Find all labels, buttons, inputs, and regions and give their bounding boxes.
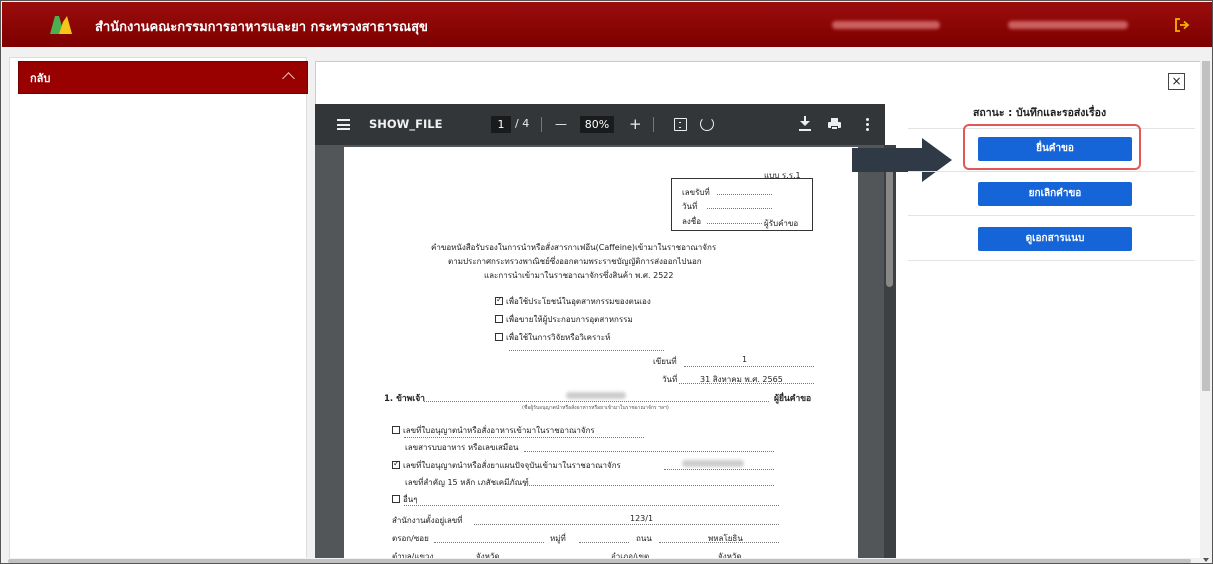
signature-label: ลงชื่อ (682, 217, 702, 226)
title-line-1: คำขอหนังสือรับรองในการนำหรือสั่งสารกาเฟอ… (431, 243, 717, 252)
company-info-blurred (1008, 21, 1128, 29)
office-value: 123/1 (630, 514, 654, 523)
horizontal-scrollbar[interactable] (2, 558, 1200, 563)
date-value: 31 สิงหาคม พ.ศ. 2565 (700, 375, 783, 384)
page-number-input[interactable]: 1 (491, 116, 511, 133)
top-header: สำนักงานคณะกรรมการอาหารและยา กระทรวงสาธา… (2, 2, 1212, 47)
checkbox-checked[interactable] (392, 459, 400, 469)
toolbar-divider (541, 117, 542, 132)
page-total: / 4 (515, 117, 530, 130)
organization-name: สำนักงานคณะกรรมการอาหารและยา กระทรวงสาธา… (95, 20, 428, 35)
checkbox[interactable] (495, 333, 503, 341)
receipt-date-label: วันที่ (682, 202, 698, 211)
moo-label: หมู่ที่ (550, 534, 566, 543)
download-icon[interactable] (799, 116, 811, 132)
back-label: กลับ (30, 71, 51, 85)
divider (908, 260, 1195, 261)
office-label: สำนักงานตั้งอยู่เลขที่ (392, 516, 463, 525)
license-item: เลขที่ใบอนุญาตนำหรือสั่งอาหารเข้ามาในราช… (392, 424, 595, 437)
alley-label: ตรอก/ซอย (392, 534, 429, 543)
fda-logo-icon (50, 16, 72, 34)
license-item: เลขที่สำคัญ 15 หลัก เภสัชเคมีภัณฑ์ (405, 478, 529, 487)
view-attachments-button[interactable]: ดูเอกสารแนบ (978, 227, 1132, 251)
submit-request-button[interactable]: ยื่นคำขอ (978, 137, 1132, 161)
purpose-item: เพื่อใช้ในการวิจัยหรือวิเคราะห์ (495, 331, 610, 344)
fit-page-icon[interactable] (674, 118, 687, 131)
road-value: พหลโยธิน (708, 534, 743, 543)
checkbox[interactable] (392, 426, 400, 434)
divider (908, 215, 1195, 216)
checkbox[interactable] (392, 495, 400, 503)
applicant-note: (ชื่อผู้รับอนุญาตนำหรือสั่งอาหารหรือยาเข… (522, 405, 669, 411)
road-label: ถนน (636, 534, 652, 543)
pdf-scrollbar[interactable] (884, 145, 896, 563)
zoom-in-button[interactable]: + (629, 114, 642, 134)
pointer-arrow-icon (852, 138, 952, 182)
license-item: เลขที่ใบอนุญาตนำหรือสั่งยาแผนปัจจุบันเข้… (392, 459, 621, 472)
receipt-box: เลขรับที่ วันที่ ลงชื่อ ผู้รับคำขอ (671, 178, 813, 231)
pdf-page: แบบ ร.ร.1 เลขรับที่ วันที่ ลงชื่อ ผู้รับ… (344, 147, 858, 563)
chevron-up-icon (282, 72, 295, 85)
pdf-file-name: SHOW_FILE (369, 117, 443, 131)
applicant-label: 1. ข้าพเจ้า (384, 394, 425, 404)
receiver-label: ผู้รับคำขอ (764, 219, 799, 228)
divider (908, 171, 1195, 172)
toolbar-divider (653, 117, 654, 132)
title-line-3: และการนำเข้ามาในราชอาณาจักรซึ่งสินค้า พ.… (484, 271, 674, 280)
user-info-blurred (832, 21, 940, 29)
pdf-toolbar: SHOW_FILE 1 / 4 — 80% + (315, 104, 885, 145)
purpose-item: เพื่อใช้ประโยชน์ในอุตสาหกรรมของตนเอง (495, 295, 651, 308)
written-at-value: 1 (742, 355, 748, 364)
license-number-blurred (682, 460, 744, 467)
cancel-request-button[interactable]: ยกเลิกคำขอ (978, 182, 1132, 206)
rotate-icon[interactable] (700, 117, 714, 131)
print-icon[interactable] (828, 118, 841, 130)
license-item: เลขสารบบอาหาร หรือเลขเสมือน (405, 443, 519, 452)
status-text: สถานะ : บันทึกและรอส่งเรื่อง (973, 107, 1107, 119)
applicant-suffix: ผู้ยื่นคำขอ (774, 394, 812, 404)
received-no-label: เลขรับที่ (682, 188, 710, 197)
logout-icon[interactable] (1174, 17, 1190, 33)
back-button[interactable]: กลับ (18, 61, 308, 94)
more-options-icon[interactable] (866, 118, 869, 131)
purpose-item: เพื่อขายให้ผู้ประกอบการอุตสาหกรรม (495, 313, 633, 326)
menu-icon[interactable] (337, 119, 350, 130)
title-line-2: ตามประกาศกระทรวงพาณิชย์ซึ่งออกตามพระราชบ… (448, 257, 702, 266)
applicant-name-blurred (566, 392, 626, 399)
checkbox[interactable] (495, 315, 503, 323)
checkbox-checked[interactable] (495, 295, 503, 305)
written-at-label: เขียนที่ (653, 357, 677, 366)
close-button[interactable]: × (1168, 73, 1185, 90)
app-window: สำนักงานคณะกรรมการอาหารและยา กระทรวงสาธา… (0, 0, 1213, 564)
page-scrollbar[interactable] (1200, 61, 1212, 563)
zoom-out-button[interactable]: — (555, 114, 567, 134)
left-panel (9, 57, 307, 563)
date-label: วันที่ (662, 375, 678, 384)
zoom-level[interactable]: 80% (580, 116, 614, 133)
